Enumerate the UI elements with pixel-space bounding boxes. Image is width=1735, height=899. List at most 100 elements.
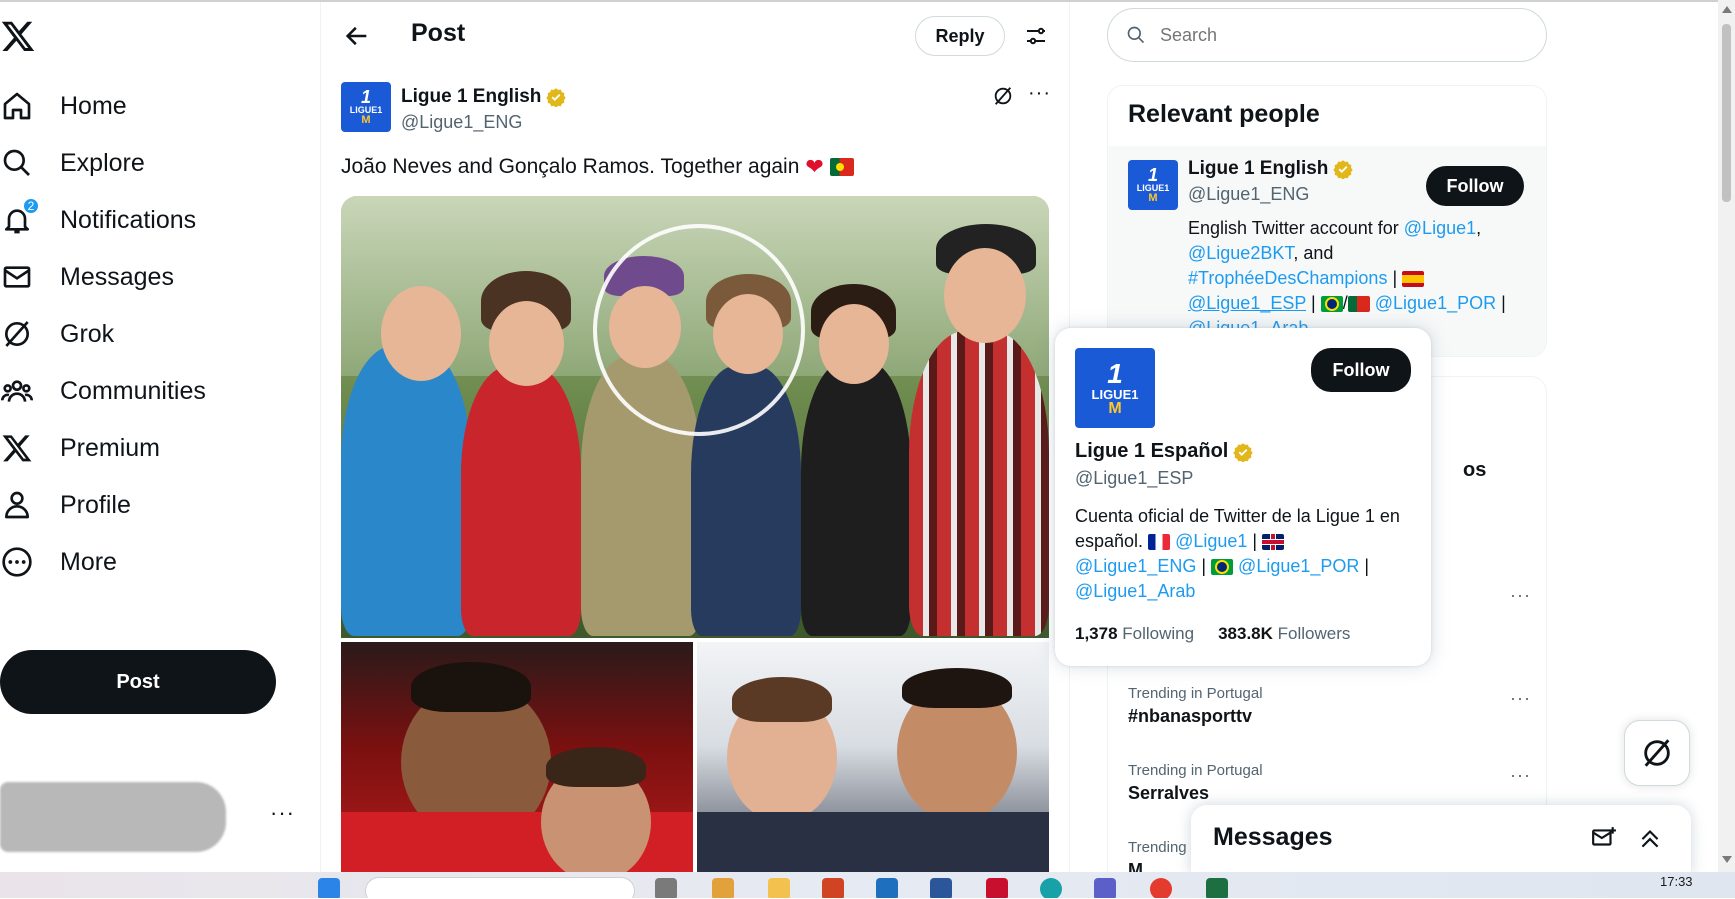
- trend-item[interactable]: Trending in Portugal #nbanasporttv: [1128, 685, 1528, 745]
- hovercard-avatar[interactable]: 1 LIGUE1 M: [1075, 348, 1155, 428]
- expand-chevrons-icon[interactable]: [1637, 825, 1663, 851]
- nav-premium[interactable]: Premium: [0, 422, 160, 474]
- post-more-icon[interactable]: ···: [1028, 82, 1051, 105]
- trend-more-icon[interactable]: ···: [1510, 585, 1531, 606]
- file-explorer-icon[interactable]: [768, 878, 790, 898]
- trend-more-icon[interactable]: ···: [1510, 688, 1531, 709]
- bio-link[interactable]: @Ligue1: [1175, 531, 1247, 551]
- teams-icon[interactable]: [1094, 878, 1116, 898]
- brazil-flag-icon: [1211, 559, 1234, 576]
- hovercard-follow-button[interactable]: Follow: [1311, 348, 1411, 392]
- edge-icon[interactable]: [1040, 878, 1062, 898]
- messages-drawer[interactable]: Messages: [1191, 805, 1691, 875]
- france-flag-icon: [1148, 534, 1171, 551]
- follow-button[interactable]: Follow: [1426, 166, 1524, 206]
- bio-link[interactable]: @Ligue1_ESP: [1188, 293, 1306, 313]
- bio-text: English Twitter account for: [1188, 218, 1404, 238]
- nav-label: Profile: [60, 490, 131, 519]
- powerpoint-icon[interactable]: [822, 878, 844, 898]
- hovercard-handle[interactable]: @Ligue1_ESP: [1075, 468, 1193, 489]
- reply-button[interactable]: Reply: [915, 16, 1005, 56]
- bio-link[interactable]: @Ligue2BKT: [1188, 243, 1293, 263]
- kid-face: [819, 304, 889, 384]
- nav-grok[interactable]: Grok: [0, 308, 114, 360]
- scroll-up-arrow-icon[interactable]: [1722, 6, 1732, 13]
- search-bar[interactable]: [1107, 8, 1547, 62]
- task-view-icon[interactable]: [655, 878, 677, 898]
- messages-drawer-title: Messages: [1213, 823, 1333, 851]
- verified-badge-icon: [546, 88, 567, 107]
- author-avatar[interactable]: 1 LIGUE1 M: [341, 82, 391, 132]
- nav-notifications[interactable]: 2 Notifications: [0, 194, 196, 246]
- trend-more-icon[interactable]: ···: [1510, 765, 1531, 786]
- relevant-people-card: Relevant people 1 LIGUE1 M Ligue 1 Engli…: [1107, 85, 1547, 357]
- nav-profile[interactable]: Profile: [0, 479, 131, 531]
- bio-link[interactable]: @Ligue1_POR: [1238, 556, 1359, 576]
- grok-floating-button[interactable]: [1624, 720, 1690, 786]
- relevant-person-bio: English Twitter account for @Ligue1, @Li…: [1188, 216, 1528, 341]
- bio-text: |: [1247, 531, 1263, 551]
- relevant-person-handle[interactable]: @Ligue1_ENG: [1188, 184, 1309, 205]
- nav-communities[interactable]: Communities: [0, 365, 206, 417]
- bio-text: |: [1496, 293, 1506, 313]
- bio-text: |: [1196, 556, 1212, 576]
- nav-home[interactable]: Home: [0, 80, 127, 132]
- relevant-person-avatar[interactable]: 1 LIGUE1 M: [1128, 160, 1178, 210]
- bio-link[interactable]: @Ligue1_POR: [1375, 293, 1496, 313]
- post-photo-celebration[interactable]: [341, 642, 693, 872]
- nav-explore[interactable]: Explore: [0, 137, 145, 189]
- author-handle[interactable]: @Ligue1_ENG: [401, 112, 522, 133]
- word-icon[interactable]: [930, 878, 952, 898]
- bio-text: , and: [1293, 243, 1334, 263]
- taskbar-search[interactable]: [365, 877, 635, 898]
- hovercard-name[interactable]: Ligue 1 Español: [1075, 440, 1254, 463]
- kid-plaid-shirt: [909, 331, 1049, 636]
- following-stat[interactable]: 1,378 Following: [1075, 624, 1194, 644]
- sliders-icon[interactable]: [1024, 24, 1048, 48]
- chrome-icon[interactable]: [1150, 878, 1172, 898]
- x-logo-icon[interactable]: [0, 18, 36, 54]
- relevant-person-name[interactable]: Ligue 1 English: [1188, 158, 1354, 180]
- grok-explain-icon[interactable]: [992, 85, 1014, 107]
- back-arrow-icon[interactable]: [343, 22, 371, 50]
- followers-stat[interactable]: 383.8K Followers: [1218, 624, 1350, 644]
- taskbar-app-icon[interactable]: [986, 878, 1008, 898]
- bio-link[interactable]: @Ligue1_ENG: [1075, 556, 1196, 576]
- player-hair: [546, 747, 646, 787]
- post-button[interactable]: Post: [0, 650, 276, 714]
- nav-more[interactable]: More: [0, 536, 117, 588]
- page-scrollbar[interactable]: [1718, 0, 1735, 872]
- search-input[interactable]: [1158, 23, 1518, 47]
- kid-face: [944, 248, 1026, 343]
- post-photo-training[interactable]: [697, 642, 1049, 872]
- account-more-icon[interactable]: ···: [270, 800, 295, 826]
- author-name[interactable]: Ligue 1 English: [401, 86, 567, 108]
- bio-hashtag[interactable]: #TrophéeDesChampions: [1188, 268, 1387, 288]
- store-icon[interactable]: [876, 878, 898, 898]
- new-message-icon[interactable]: [1591, 825, 1617, 851]
- post-photo-kids[interactable]: [341, 196, 1049, 638]
- spain-flag-icon: [1402, 271, 1425, 288]
- following-count: 1,378: [1075, 624, 1118, 643]
- nav-messages[interactable]: Messages: [0, 251, 174, 303]
- player-hair: [732, 677, 832, 722]
- avatar-mark: 1: [360, 87, 371, 107]
- kid-face: [381, 286, 461, 381]
- start-windows-icon[interactable]: [318, 878, 340, 898]
- trend-meta: Trending in Portugal: [1128, 685, 1263, 702]
- bio-link[interactable]: @Ligue1_Arab: [1075, 581, 1195, 601]
- excel-icon[interactable]: [1206, 878, 1228, 898]
- nav-label: More: [60, 547, 117, 576]
- account-switcher[interactable]: ···: [0, 780, 300, 852]
- heart-emoji-icon: ❤: [805, 154, 824, 179]
- bio-link[interactable]: @Ligue1: [1404, 218, 1476, 238]
- scroll-thumb[interactable]: [1722, 24, 1731, 202]
- trend-meta: Trending in Portugal: [1128, 762, 1263, 779]
- grok-icon: [1644, 739, 1670, 767]
- scroll-down-arrow-icon[interactable]: [1722, 856, 1732, 863]
- more-circle-icon: [0, 545, 34, 579]
- portugal-flag-icon: [1347, 296, 1370, 313]
- nav-label: Messages: [60, 262, 174, 291]
- taskbar-app-icon[interactable]: [712, 878, 734, 898]
- avatar-text: LIGUE1: [1091, 386, 1139, 402]
